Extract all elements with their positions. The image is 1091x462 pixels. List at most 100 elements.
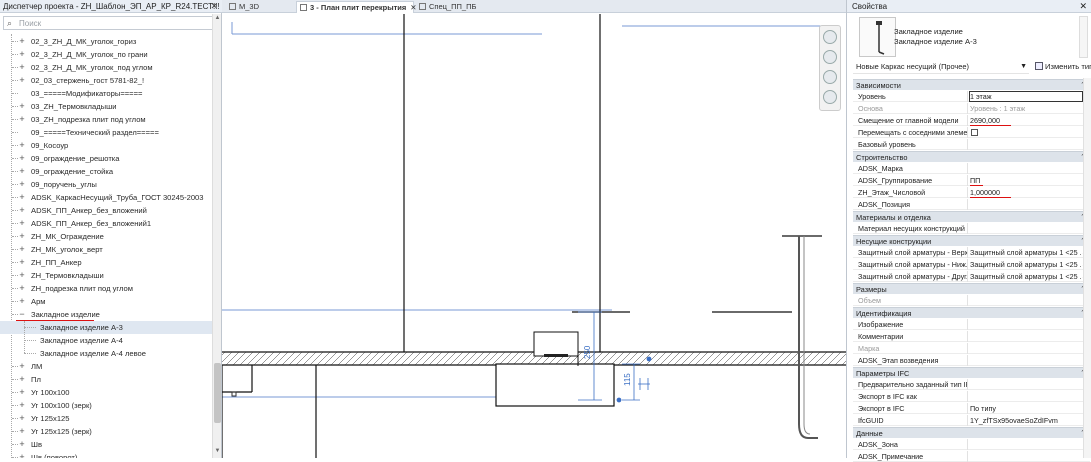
scrollbar[interactable]: ▲ ▼ xyxy=(212,14,221,458)
scrollbar-thumb[interactable] xyxy=(214,363,221,423)
tree-item[interactable]: + ADSK_ПП_Анкер_без_вложений xyxy=(0,204,212,217)
property-section-header[interactable]: Данные⌃ xyxy=(853,427,1090,438)
expand-icon[interactable]: + xyxy=(18,451,26,458)
drawing-canvas[interactable]: 250 115 xyxy=(222,14,846,458)
expand-icon[interactable]: + xyxy=(18,178,26,191)
property-value[interactable]: 1 этаж xyxy=(970,91,1082,102)
property-row[interactable]: Экспорт в IFC как xyxy=(853,391,1090,402)
expand-icon[interactable]: + xyxy=(18,412,26,425)
expand-icon[interactable]: + xyxy=(18,399,26,412)
tab-schedule[interactable]: Спец_ПП_ПБ xyxy=(416,1,496,13)
expand-icon[interactable]: + xyxy=(18,373,26,386)
search-input[interactable]: ⌕ Поиск xyxy=(3,16,213,30)
property-row[interactable]: Защитный слой арматуры - Ниж... Защитный … xyxy=(853,259,1090,270)
tree-item[interactable]: + Уг 125x125 xyxy=(0,412,212,425)
tree-item[interactable]: + ZH_подрезка плит под углом xyxy=(0,282,212,295)
tree-item[interactable]: +02_3_ZH_Д_МК_уголок_под углом xyxy=(0,61,212,74)
navigation-bar[interactable] xyxy=(819,25,841,111)
expand-icon[interactable]: + xyxy=(18,100,26,113)
expand-icon[interactable]: + xyxy=(18,256,26,269)
property-value[interactable]: Защитный слой арматуры 1 <25 ... xyxy=(970,271,1082,282)
tab-floor-plan[interactable]: 3 - План плит перекрытия ✕ xyxy=(296,1,417,13)
tree-item[interactable]: + Шв (поворот) xyxy=(0,451,212,458)
expand-icon[interactable]: + xyxy=(18,217,26,230)
tree-item[interactable]: + Уг 100x100 (зерк) xyxy=(0,399,212,412)
property-value[interactable]: Защитный слой арматуры 1 <25 ... xyxy=(970,247,1082,258)
tree-item[interactable]: +02_3_ZH_Д_МК_уголок_по грани xyxy=(0,48,212,61)
property-row[interactable]: Объем xyxy=(853,295,1090,306)
tree-item[interactable]: + ZH_Термовкладыши xyxy=(0,269,212,282)
tree-item[interactable]: + ZH_МК_уголок_верт xyxy=(0,243,212,256)
tree-leaf-item[interactable]: Закладное изделие А-3 xyxy=(0,321,212,334)
tree-item[interactable]: +09_поручень_углы xyxy=(0,178,212,191)
tree-item[interactable]: + Арм xyxy=(0,295,212,308)
property-row[interactable]: ADSK_Группирование ПП xyxy=(853,175,1090,186)
tree-item[interactable]: + Уг 125x125 (зерк) xyxy=(0,425,212,438)
tree-leaf-item[interactable]: Закладное изделие А-4 левое xyxy=(0,347,212,360)
property-row[interactable]: ADSK_Этап возведения xyxy=(853,355,1090,366)
steering-wheel-icon[interactable] xyxy=(823,30,837,44)
property-row[interactable]: ZH_Этаж_Числовой 1,000000 xyxy=(853,187,1090,198)
tree-item[interactable]: 09_=====Технический раздел===== xyxy=(0,126,212,139)
move-with-grids-checkbox[interactable] xyxy=(971,129,978,136)
property-section-header[interactable]: Идентификация⌃ xyxy=(853,307,1090,318)
property-row[interactable]: Предварительно заданный тип IFC xyxy=(853,379,1090,390)
tree-item[interactable]: + Шв xyxy=(0,438,212,451)
type-selector-dropdown[interactable] xyxy=(1079,16,1088,58)
property-row[interactable]: Материал несущих конструкций xyxy=(853,223,1090,234)
close-icon[interactable]: ✕ xyxy=(210,0,218,13)
tree-item[interactable]: + ZH_ПП_Анкер xyxy=(0,256,212,269)
tree-item[interactable]: − Закладное изделие xyxy=(0,308,212,321)
tree-item[interactable]: + ZH_МК_Ограждение xyxy=(0,230,212,243)
property-row[interactable]: ADSK_Зона xyxy=(853,439,1090,450)
tree-item[interactable]: +03_ZH_Термовкладыши xyxy=(0,100,212,113)
property-value[interactable]: 1Y_zfTSx95ovaeSoZdIFvm xyxy=(970,415,1082,426)
tree-item[interactable]: + Уг 100x100 xyxy=(0,386,212,399)
scroll-up-icon[interactable]: ▲ xyxy=(214,15,221,21)
tab-3d[interactable]: М_3D xyxy=(226,1,296,13)
property-row[interactable]: ADSK_Примечание xyxy=(853,451,1090,462)
expand-icon[interactable]: + xyxy=(18,438,26,451)
view-cube-icon[interactable] xyxy=(823,90,837,104)
tree-item[interactable]: +09_Косоур xyxy=(0,139,212,152)
expand-icon[interactable]: + xyxy=(18,243,26,256)
edit-type-button[interactable]: Изменить тип xyxy=(1035,60,1091,74)
expand-icon[interactable]: + xyxy=(18,204,26,217)
expand-icon[interactable]: + xyxy=(18,230,26,243)
property-section-header[interactable]: Зависимости⌃ xyxy=(853,79,1090,90)
scroll-down-icon[interactable]: ▼ xyxy=(214,448,221,454)
property-value[interactable]: По типу xyxy=(970,403,1082,414)
tree-item[interactable]: +02_3_ZH_Д_МК_уголок_гориз xyxy=(0,35,212,48)
expand-icon[interactable]: + xyxy=(18,74,26,87)
property-row[interactable]: Изображение xyxy=(853,319,1090,330)
expand-icon[interactable]: + xyxy=(18,152,26,165)
expand-icon[interactable]: + xyxy=(18,386,26,399)
property-section-header[interactable]: Размеры⌃ xyxy=(853,283,1090,294)
expand-icon[interactable]: + xyxy=(18,360,26,373)
property-row[interactable]: Марка xyxy=(853,343,1090,354)
expand-icon[interactable]: + xyxy=(18,191,26,204)
property-row[interactable]: Основа Уровень : 1 этаж xyxy=(853,103,1090,114)
expand-icon[interactable]: + xyxy=(18,48,26,61)
expand-icon[interactable]: + xyxy=(18,139,26,152)
expand-icon[interactable]: + xyxy=(18,295,26,308)
property-value[interactable]: Уровень : 1 этаж xyxy=(970,103,1082,114)
property-row[interactable]: Уровень 1 этаж xyxy=(853,91,1090,102)
property-row[interactable]: Базовый уровень xyxy=(853,139,1090,150)
close-icon[interactable]: ✕ xyxy=(1079,0,1087,13)
property-row[interactable]: ADSK_Марка xyxy=(853,163,1090,174)
expand-icon[interactable]: + xyxy=(18,425,26,438)
expand-icon[interactable]: + xyxy=(18,113,26,126)
property-row[interactable]: Экспорт в IFC По типу xyxy=(853,403,1090,414)
tree-item[interactable]: + ADSK_КаркасНесущий_Труба_ГОСТ 30245-200… xyxy=(0,191,212,204)
tree-item[interactable]: +03_ZH_подрезка плит под углом xyxy=(0,113,212,126)
tree-leaf-item[interactable]: Закладное изделие А-4 xyxy=(0,334,212,347)
property-section-header[interactable]: Параметры IFC⌃ xyxy=(853,367,1090,378)
property-section-header[interactable]: Материалы и отделка⌃ xyxy=(853,211,1090,222)
property-value[interactable]: ПП xyxy=(970,175,1082,186)
property-row[interactable]: Смещение от главной модели 2690,000 xyxy=(853,115,1090,126)
property-section-header[interactable]: Несущие конструкции⌃ xyxy=(853,235,1090,246)
tree-item[interactable]: + Пл xyxy=(0,373,212,386)
tree-item[interactable]: + ЛМ xyxy=(0,360,212,373)
tree-item[interactable]: +09_ограждение_решотка xyxy=(0,152,212,165)
